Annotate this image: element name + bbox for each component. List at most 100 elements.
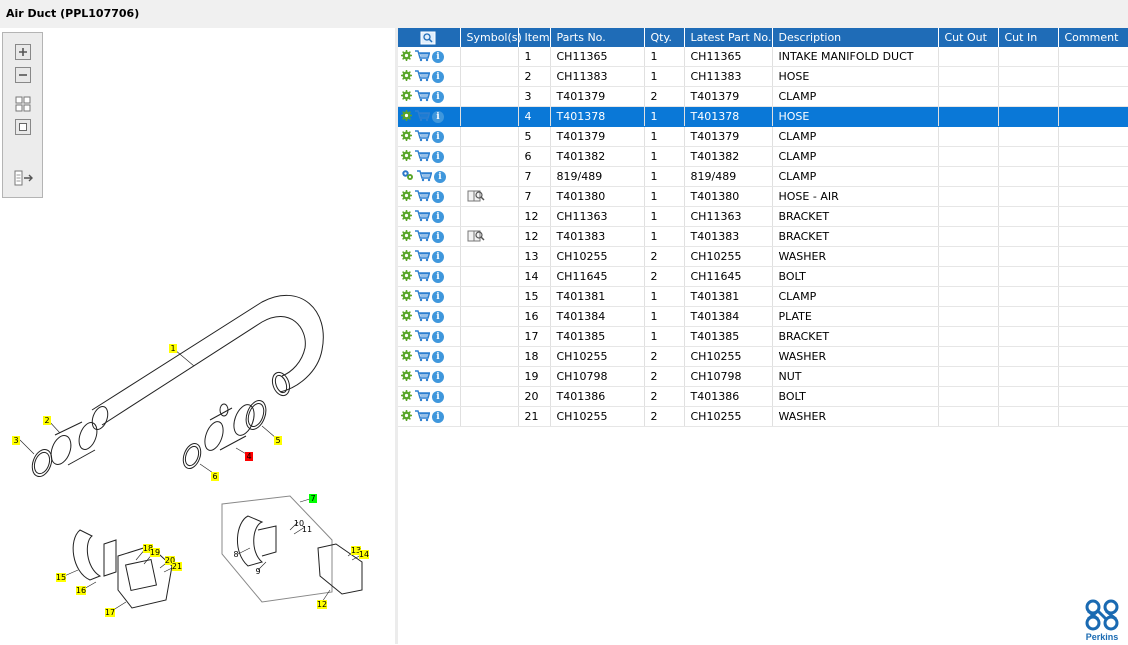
cart-icon[interactable] — [414, 249, 431, 265]
info-icon[interactable]: i — [432, 190, 444, 203]
info-icon[interactable]: i — [432, 370, 444, 383]
symbol-cell — [460, 206, 519, 227]
cart-icon[interactable] — [414, 329, 431, 345]
cart-icon[interactable] — [414, 69, 431, 85]
info-icon[interactable]: i — [432, 50, 444, 63]
table-row[interactable]: i 14 CH11645 2 CH11645 BOLT — [398, 266, 1128, 287]
info-icon[interactable]: i — [432, 350, 444, 363]
table-row[interactable]: i 7 819/489 1 819/489 CLAMP — [398, 166, 1128, 187]
fit-icon[interactable] — [14, 95, 32, 113]
gear-icon[interactable] — [401, 209, 412, 224]
find-in-table-icon[interactable] — [420, 31, 436, 45]
gear-icon[interactable] — [401, 369, 412, 384]
table-row[interactable]: i 5 T401379 1 T401379 CLAMP — [398, 126, 1128, 147]
table-row[interactable]: i 7 T401380 1 T401380 HOSE - AIR — [398, 186, 1128, 207]
gear-icon[interactable] — [401, 409, 412, 424]
gear-icon[interactable] — [401, 189, 412, 204]
item-cell: 14 — [518, 266, 551, 287]
table-row[interactable]: i 13 CH10255 2 CH10255 WASHER — [398, 246, 1128, 267]
column-header-comment[interactable]: Comment — [1058, 28, 1128, 47]
info-icon[interactable]: i — [432, 70, 444, 83]
cart-icon[interactable] — [414, 389, 431, 405]
multi-gear-icon[interactable] — [401, 169, 414, 184]
table-row[interactable]: i 3 T401379 2 T401379 CLAMP — [398, 86, 1128, 107]
info-icon[interactable]: i — [432, 250, 444, 263]
gear-icon[interactable] — [401, 89, 412, 104]
info-icon[interactable]: i — [432, 410, 444, 423]
qty-cell: 2 — [644, 406, 685, 427]
table-row[interactable]: i 15 T401381 1 T401381 CLAMP — [398, 286, 1128, 307]
gear-icon[interactable] — [401, 149, 412, 164]
actual-size-icon[interactable] — [14, 118, 32, 136]
zoom-out-icon[interactable] — [14, 66, 32, 84]
table-row[interactable]: i 12 T401383 1 T401383 BRACKET — [398, 226, 1128, 247]
info-icon[interactable]: i — [432, 110, 444, 123]
info-icon[interactable]: i — [432, 230, 444, 243]
cart-icon[interactable] — [414, 229, 431, 245]
table-row[interactable]: i 2 CH11383 1 CH11383 HOSE — [398, 66, 1128, 87]
gear-icon[interactable] — [401, 229, 412, 244]
column-header-latest-part-no[interactable]: Latest Part No. — [684, 28, 773, 47]
cart-icon[interactable] — [414, 109, 431, 125]
cart-icon[interactable] — [414, 149, 431, 165]
cart-icon[interactable] — [414, 309, 431, 325]
gear-icon[interactable] — [401, 249, 412, 264]
info-icon[interactable]: i — [432, 90, 444, 103]
gear-icon[interactable] — [401, 69, 412, 84]
info-icon[interactable]: i — [432, 210, 444, 223]
symbol-cell — [460, 146, 519, 167]
panel-toggle-icon[interactable] — [13, 169, 35, 187]
info-icon[interactable]: i — [432, 390, 444, 403]
book-search-icon[interactable] — [467, 189, 485, 205]
table-row[interactable]: i 16 T401384 1 T401384 PLATE — [398, 306, 1128, 327]
info-icon[interactable]: i — [432, 270, 444, 283]
cart-icon[interactable] — [414, 369, 431, 385]
gear-icon[interactable] — [401, 269, 412, 284]
book-search-icon[interactable] — [467, 229, 485, 245]
table-row[interactable]: i 20 T401386 2 T401386 BOLT — [398, 386, 1128, 407]
cart-icon[interactable] — [414, 49, 431, 65]
table-row[interactable]: i 12 CH11363 1 CH11363 BRACKET — [398, 206, 1128, 227]
column-header-icons[interactable] — [398, 28, 461, 47]
cart-icon[interactable] — [414, 89, 431, 105]
table-row[interactable]: i 1 CH11365 1 CH11365 INTAKE MANIFOLD DUCT — [398, 47, 1128, 67]
gear-icon[interactable] — [401, 289, 412, 304]
gear-icon[interactable] — [401, 309, 412, 324]
column-header-item[interactable]: Item — [518, 28, 551, 47]
info-icon[interactable]: i — [434, 170, 446, 183]
cart-icon[interactable] — [414, 189, 431, 205]
info-icon[interactable]: i — [432, 290, 444, 303]
cart-icon[interactable] — [414, 409, 431, 425]
info-icon[interactable]: i — [432, 130, 444, 143]
item-cell: 7 — [518, 186, 551, 207]
cart-icon[interactable] — [414, 209, 431, 225]
column-header-symbols[interactable]: Symbol(s) — [460, 28, 522, 47]
cart-icon[interactable] — [414, 349, 431, 365]
info-icon[interactable]: i — [432, 310, 444, 323]
gear-icon[interactable] — [401, 349, 412, 364]
info-icon[interactable]: i — [432, 150, 444, 163]
cart-icon[interactable] — [414, 289, 431, 305]
cart-icon[interactable] — [414, 129, 431, 145]
cart-icon[interactable] — [414, 269, 431, 285]
column-header-qty[interactable]: Qty. — [644, 28, 685, 47]
gear-icon[interactable] — [401, 389, 412, 404]
table-row[interactable]: i 18 CH10255 2 CH10255 WASHER — [398, 346, 1128, 367]
table-row[interactable]: i 19 CH10798 2 CH10798 NUT — [398, 366, 1128, 387]
gear-icon[interactable] — [401, 109, 412, 124]
gear-icon[interactable] — [401, 129, 412, 144]
table-row[interactable]: i 6 T401382 1 T401382 CLAMP — [398, 146, 1128, 167]
table-row[interactable]: i 4 T401378 1 T401378 HOSE — [398, 106, 1128, 127]
table-row[interactable]: i 17 T401385 1 T401385 BRACKET — [398, 326, 1128, 347]
info-icon[interactable]: i — [432, 330, 444, 343]
column-header-parts-no[interactable]: Parts No. — [550, 28, 645, 47]
table-row[interactable]: i 21 CH10255 2 CH10255 WASHER — [398, 406, 1128, 427]
gear-icon[interactable] — [401, 329, 412, 344]
zoom-in-icon[interactable] — [14, 43, 32, 61]
gear-icon[interactable] — [401, 49, 412, 64]
cart-icon[interactable] — [416, 169, 433, 185]
column-header-cut-out[interactable]: Cut Out — [938, 28, 999, 47]
callout-15: 15 — [56, 573, 66, 582]
column-header-cut-in[interactable]: Cut In — [998, 28, 1059, 47]
column-header-description[interactable]: Description — [772, 28, 939, 47]
